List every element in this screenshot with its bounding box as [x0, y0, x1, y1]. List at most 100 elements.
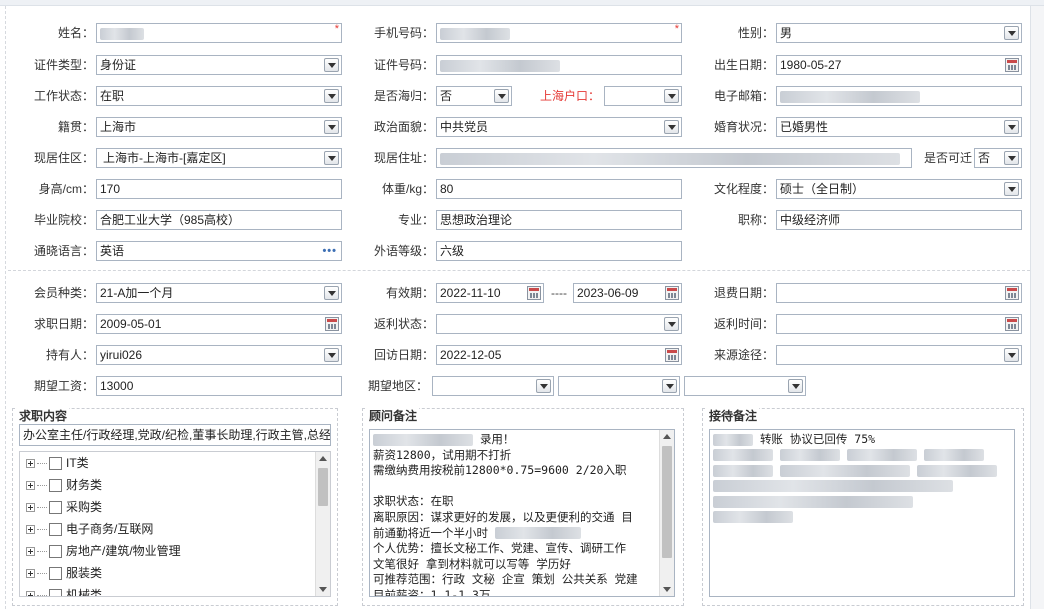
language-input[interactable]: 英语 •••	[96, 241, 342, 261]
valid-to-input[interactable]: 2023-06-09	[573, 283, 682, 303]
expected-area-select-1[interactable]	[432, 376, 554, 396]
checkbox[interactable]	[49, 589, 62, 596]
expected-area-select-3[interactable]	[684, 376, 806, 396]
scroll-thumb[interactable]	[318, 468, 328, 506]
chevron-down-icon[interactable]	[324, 89, 339, 103]
calendar-icon[interactable]	[665, 348, 679, 362]
more-options-icon[interactable]: •••	[322, 245, 337, 257]
education-label: 文化程度：	[713, 182, 774, 196]
job-search-date-input[interactable]: 2009-05-01	[96, 314, 342, 334]
scroll-up-icon[interactable]	[319, 456, 327, 461]
email-input[interactable]	[776, 86, 1022, 106]
returnee-select[interactable]: 否	[436, 86, 512, 106]
holder-select[interactable]: yirui026	[96, 345, 342, 365]
scroll-up-icon[interactable]	[663, 434, 671, 439]
calendar-icon[interactable]	[665, 286, 679, 300]
rebate-time-input[interactable]	[776, 314, 1022, 334]
id-type-select[interactable]: 身份证	[96, 55, 342, 75]
reception-notes-textarea[interactable]: 转账 协议已回传 75%	[709, 429, 1015, 597]
scroll-thumb[interactable]	[662, 446, 672, 558]
expected-area-select-2[interactable]	[558, 376, 680, 396]
tree-item-it[interactable]: IT类	[26, 452, 89, 474]
calendar-icon[interactable]	[325, 317, 339, 331]
expand-plus-icon[interactable]	[26, 591, 35, 596]
professional-title-input[interactable]: 中级经济师	[776, 210, 1022, 230]
birth-date-input[interactable]: 1980-05-27	[776, 55, 1022, 75]
chevron-down-icon[interactable]	[1004, 120, 1019, 134]
political-status-select[interactable]: 中共党员	[436, 117, 682, 137]
checkbox[interactable]	[49, 567, 62, 581]
expand-plus-icon[interactable]	[26, 459, 35, 469]
chevron-down-icon[interactable]	[1004, 151, 1019, 165]
tree-item-machinery[interactable]: 机械类	[26, 584, 102, 596]
residence-area-select[interactable]: 上海市-上海市-[嘉定区]	[96, 148, 342, 168]
weight-input[interactable]: 80	[436, 179, 682, 199]
calendar-icon[interactable]	[1005, 286, 1019, 300]
chevron-down-icon[interactable]	[494, 89, 509, 103]
chevron-down-icon[interactable]	[664, 89, 679, 103]
height-input[interactable]: 170	[96, 179, 342, 199]
chevron-down-icon[interactable]	[664, 120, 679, 134]
calendar-icon[interactable]	[1005, 317, 1019, 331]
work-status-select[interactable]: 在职	[96, 86, 342, 106]
member-type-select[interactable]: 21-A加一个月	[96, 283, 342, 303]
checkbox[interactable]	[49, 501, 62, 515]
expected-salary-input[interactable]: 13000	[96, 376, 342, 396]
redacted-text	[713, 449, 773, 462]
school-input[interactable]: 合肥工业大学（985高校）	[96, 210, 342, 230]
expand-plus-icon[interactable]	[26, 569, 35, 579]
language-level-input[interactable]: 六级	[436, 241, 682, 261]
expand-plus-icon[interactable]	[26, 481, 35, 491]
expand-plus-icon[interactable]	[26, 525, 35, 535]
expand-plus-icon[interactable]	[26, 547, 35, 557]
checkbox[interactable]	[49, 457, 62, 471]
calendar-icon[interactable]	[1005, 58, 1019, 72]
major-input[interactable]: 思想政治理论	[436, 210, 682, 230]
gender-value: 男	[780, 26, 793, 40]
chevron-down-icon[interactable]	[324, 58, 339, 72]
tree-item-procurement[interactable]: 采购类	[26, 496, 102, 518]
chevron-down-icon[interactable]	[788, 379, 803, 393]
chevron-down-icon[interactable]	[324, 151, 339, 165]
advisor-notes-textarea[interactable]: 录用！ 薪资12800，试用期不打折 需缴纳费用按税前12800*0.75=96…	[369, 429, 675, 597]
expand-plus-icon[interactable]	[26, 503, 35, 513]
tree-scrollbar[interactable]	[315, 452, 330, 596]
tree-item-real-estate[interactable]: 房地产/建筑/物业管理	[26, 540, 181, 562]
calendar-icon[interactable]	[527, 286, 541, 300]
job-content-section: 求职内容 办公室主任/行政经理,党政/纪检,董事长助理,行政主管,总经 IT类 …	[12, 407, 338, 606]
shanghai-hukou-select[interactable]	[604, 86, 682, 106]
chevron-down-icon[interactable]	[1004, 182, 1019, 196]
name-input[interactable]: *	[96, 23, 342, 43]
phone-input[interactable]: *	[436, 23, 682, 43]
checkbox[interactable]	[49, 479, 62, 493]
notes-scrollbar[interactable]	[659, 430, 674, 596]
tree-item-finance[interactable]: 财务类	[26, 474, 102, 496]
rebate-status-select[interactable]	[436, 314, 682, 334]
chevron-down-icon[interactable]	[1004, 26, 1019, 40]
native-place-select[interactable]: 上海市	[96, 117, 342, 137]
marital-status-select[interactable]: 已婚男性	[776, 117, 1022, 137]
relocatable-select[interactable]: 否	[974, 148, 1022, 168]
tree-item-ecommerce[interactable]: 电子商务/互联网	[26, 518, 153, 540]
chevron-down-icon[interactable]	[324, 348, 339, 362]
visit-date-input[interactable]: 2022-12-05	[436, 345, 682, 365]
scroll-down-icon[interactable]	[319, 587, 327, 592]
chevron-down-icon[interactable]	[664, 317, 679, 331]
refund-date-input[interactable]	[776, 283, 1022, 303]
chevron-down-icon[interactable]	[324, 286, 339, 300]
checkbox[interactable]	[49, 545, 62, 559]
chevron-down-icon[interactable]	[662, 379, 677, 393]
chevron-down-icon[interactable]	[324, 120, 339, 134]
job-content-summary-input[interactable]: 办公室主任/行政经理,党政/纪检,董事长助理,行政主管,总经	[19, 424, 331, 446]
source-select[interactable]	[776, 345, 1022, 365]
chevron-down-icon[interactable]	[536, 379, 551, 393]
checkbox[interactable]	[49, 523, 62, 537]
valid-from-input[interactable]: 2022-11-10	[436, 283, 544, 303]
residence-address-input[interactable]	[436, 148, 912, 168]
tree-item-clothing[interactable]: 服装类	[26, 562, 102, 584]
education-select[interactable]: 硕士（全日制）	[776, 179, 1022, 199]
gender-select[interactable]: 男	[776, 23, 1022, 43]
scroll-down-icon[interactable]	[663, 587, 671, 592]
chevron-down-icon[interactable]	[1004, 348, 1019, 362]
id-number-input[interactable]	[436, 55, 682, 75]
